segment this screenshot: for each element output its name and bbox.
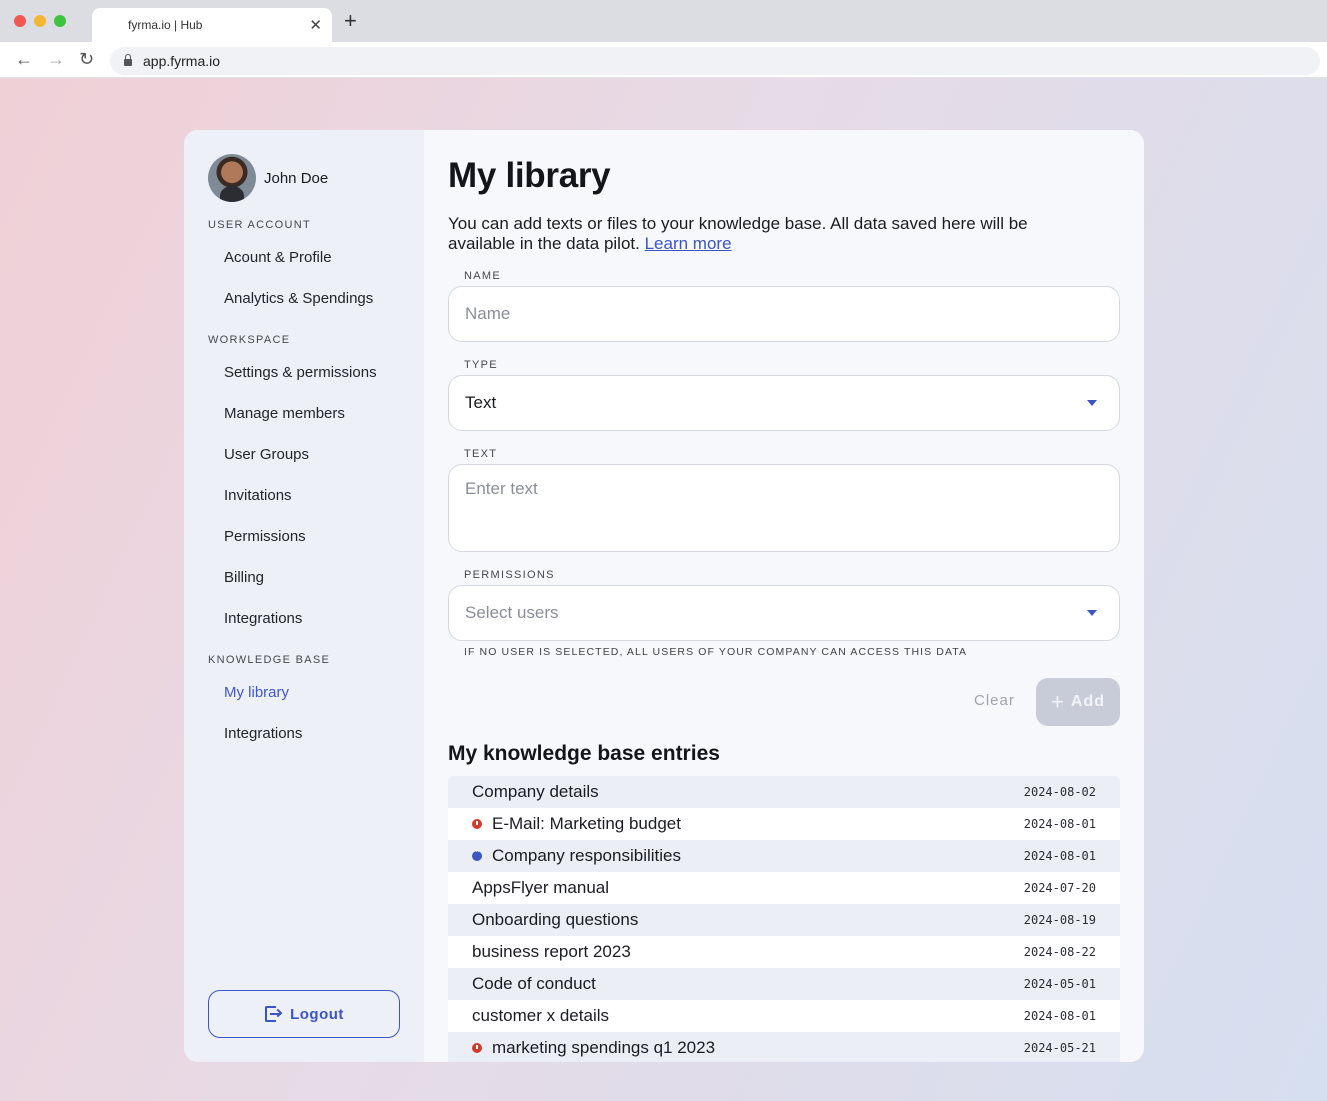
avatar — [208, 154, 256, 202]
entries-title: My knowledge base entries — [448, 742, 720, 765]
entry-name: Code of conduct — [472, 974, 596, 993]
list-item[interactable]: Code of conduct 2024-05-01 — [448, 968, 1120, 1000]
entry-name: marketing spendings q1 2023 — [492, 1038, 716, 1057]
type-select[interactable]: Text — [448, 375, 1120, 431]
sidebar-item-manage-members[interactable]: Manage members — [224, 405, 345, 422]
url-text: app.fyrma.io — [143, 53, 221, 69]
add-label: Add — [1070, 693, 1105, 710]
reload-icon[interactable]: ↻ — [79, 49, 94, 69]
sidebar-item-knowledge-integrations[interactable]: Integrations — [224, 725, 302, 742]
text-label: TEXT — [464, 448, 498, 460]
entry-date: 2024-08-01 — [1023, 817, 1096, 831]
entry-name: Company responsibilities — [492, 846, 681, 865]
name-label: NAME — [464, 270, 501, 282]
list-item[interactable]: marketing spendings q1 2023 2024-05-21 — [448, 1032, 1120, 1062]
list-item[interactable]: E-Mail: Marketing budget 2024-08-01 — [448, 808, 1120, 840]
entry-name: AppsFlyer manual — [472, 878, 610, 897]
name-input[interactable] — [448, 286, 1120, 342]
chevron-down-icon — [1087, 610, 1097, 616]
sidebar-item-invitations[interactable]: Invitations — [224, 487, 292, 504]
type-label: TYPE — [464, 359, 498, 371]
entry-date: 2024-08-01 — [1023, 1009, 1096, 1023]
forward-arrow-icon[interactable]: → — [47, 49, 65, 69]
browser-tab-strip: fyrma.io | Hub ✕ + — [0, 0, 1327, 42]
type-value: Text — [465, 393, 497, 412]
logout-button[interactable]: Logout — [208, 990, 400, 1038]
error-status-icon — [472, 819, 482, 829]
intro-body: You can add texts or files to your knowl… — [448, 214, 1028, 253]
sidebar-item-account-profile[interactable]: Acount & Profile — [224, 249, 332, 266]
plus-icon: + — [1051, 689, 1065, 714]
entry-name: Onboarding questions — [472, 910, 639, 929]
entry-name: customer x details — [472, 1006, 609, 1025]
sidebar: John Doe USER ACCOUNT Acount & Profile A… — [184, 130, 424, 1062]
list-item[interactable]: Company details 2024-08-02 — [448, 776, 1120, 808]
list-item[interactable]: AppsFlyer manual 2024-07-20 — [448, 872, 1120, 904]
close-window-icon[interactable] — [14, 15, 26, 27]
entry-date: 2024-05-21 — [1023, 1041, 1096, 1055]
entry-date: 2024-05-01 — [1023, 977, 1096, 991]
chevron-down-icon — [1087, 400, 1097, 406]
address-bar[interactable]: app.fyrma.io — [110, 47, 1320, 75]
entry-date: 2024-08-01 — [1023, 849, 1096, 863]
entries-list: Company details 2024-08-02 E-Mail: Marketi… — [448, 776, 1120, 1062]
permissions-label: PERMISSIONS — [464, 569, 555, 581]
permissions-placeholder: Select users — [465, 603, 559, 622]
sidebar-item-my-library[interactable]: My library — [224, 684, 289, 701]
lock-icon — [124, 54, 132, 66]
app-card: John Doe USER ACCOUNT Acount & Profile A… — [184, 130, 1144, 1062]
logout-label: Logout — [290, 1005, 344, 1023]
list-item[interactable]: Onboarding questions 2024-08-19 — [448, 904, 1120, 936]
entry-date: 2024-07-20 — [1023, 881, 1096, 895]
list-item[interactable]: customer x details 2024-08-01 — [448, 1000, 1120, 1032]
tab-close-icon[interactable]: ✕ — [309, 16, 322, 34]
section-label-user-account: USER ACCOUNT — [208, 219, 311, 231]
permissions-hint: IF NO USER IS SELECTED, ALL USERS OF YOU… — [464, 646, 968, 658]
browser-tab[interactable]: fyrma.io | Hub ✕ — [92, 8, 332, 42]
entry-name: E-Mail: Marketing budget — [492, 814, 681, 833]
entry-date: 2024-08-19 — [1023, 913, 1096, 927]
sidebar-item-settings-permissions[interactable]: Settings & permissions — [224, 364, 377, 381]
maximize-window-icon[interactable] — [54, 15, 66, 27]
user-name: John Doe — [264, 169, 329, 187]
page-title: My library — [448, 156, 611, 195]
back-arrow-icon[interactable]: ← — [15, 49, 33, 69]
intro-text: You can add texts or files to your knowl… — [448, 214, 1088, 254]
entry-name: Company details — [472, 782, 599, 801]
sidebar-item-billing[interactable]: Billing — [224, 569, 264, 586]
text-input[interactable] — [448, 464, 1120, 552]
section-label-workspace: WORKSPACE — [208, 334, 291, 346]
new-tab-icon[interactable]: + — [344, 10, 357, 32]
browser-toolbar: ← → ↻ app.fyrma.io — [0, 42, 1327, 78]
sidebar-item-user-groups[interactable]: User Groups — [224, 446, 309, 463]
list-item[interactable]: Company responsibilities 2024-08-01 — [448, 840, 1120, 872]
minimize-window-icon[interactable] — [34, 15, 46, 27]
list-item[interactable]: business report 2023 2024-08-22 — [448, 936, 1120, 968]
entry-name: business report 2023 — [472, 942, 631, 961]
user-profile[interactable]: John Doe — [208, 154, 328, 202]
error-status-icon — [472, 1043, 482, 1053]
sidebar-item-analytics-spendings[interactable]: Analytics & Spendings — [224, 290, 373, 307]
add-button[interactable]: + Add — [1036, 678, 1120, 726]
section-label-knowledge-base: KNOWLEDGE BASE — [208, 654, 331, 666]
entry-date: 2024-08-22 — [1023, 945, 1096, 959]
pending-status-icon — [472, 846, 482, 861]
tab-title: fyrma.io | Hub — [128, 18, 203, 32]
main-content: My library You can add texts or files to… — [424, 130, 1144, 1062]
sidebar-item-workspace-integrations[interactable]: Integrations — [224, 610, 302, 627]
entry-date: 2024-08-02 — [1023, 785, 1096, 799]
learn-more-link[interactable]: Learn more — [645, 234, 732, 253]
clear-button[interactable]: Clear — [974, 692, 1015, 709]
permissions-select[interactable]: Select users — [448, 585, 1120, 641]
logout-icon — [264, 1005, 283, 1023]
sidebar-item-permissions[interactable]: Permissions — [224, 528, 306, 545]
